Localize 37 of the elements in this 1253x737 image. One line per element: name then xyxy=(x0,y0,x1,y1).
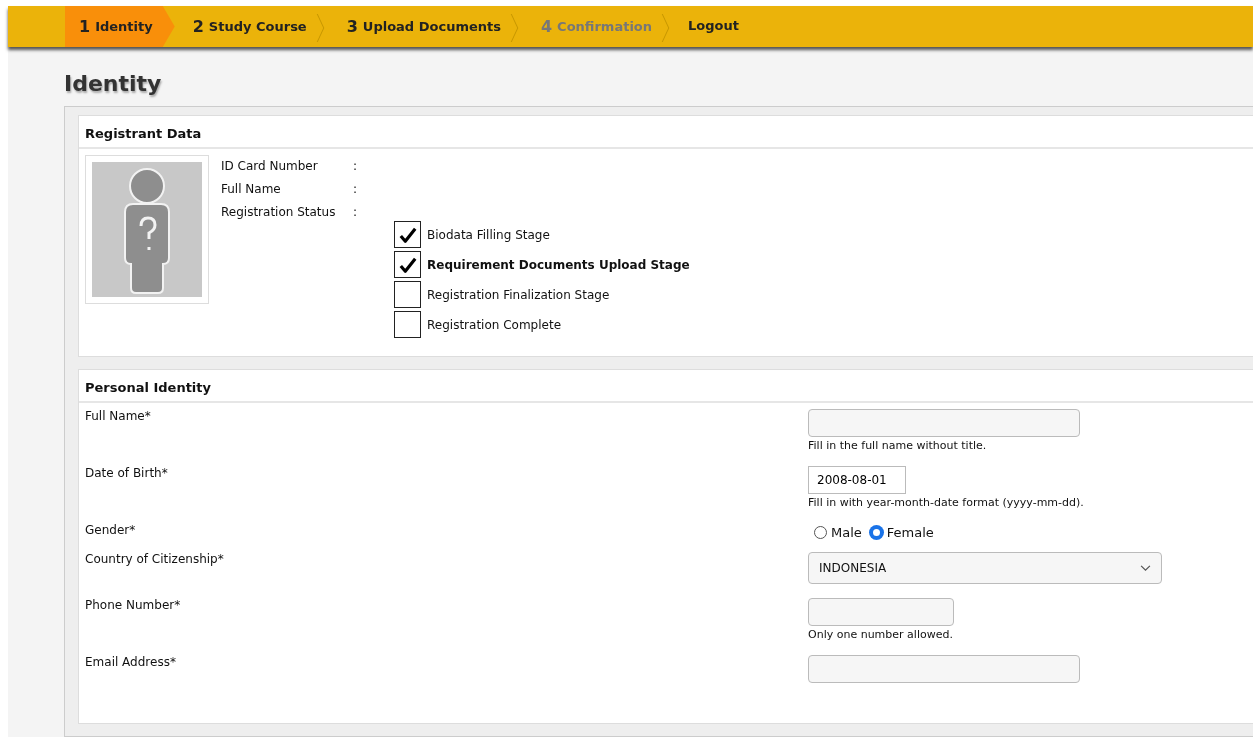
step-tab[interactable]: 1 Identity xyxy=(65,6,175,47)
page-title: Identity xyxy=(64,71,163,96)
colon-separator: : xyxy=(353,159,359,173)
input-field[interactable] xyxy=(808,655,1080,683)
colon-separator: : xyxy=(353,182,359,196)
info-label: Full Name xyxy=(221,182,282,196)
status-label: Biodata Filling Stage xyxy=(427,227,550,242)
radio-button[interactable] xyxy=(869,526,883,539)
field-hint: Fill in with year-month-date format (yyyy-mm-dd). xyxy=(808,496,1084,509)
info-label: Registration Status xyxy=(221,205,337,221)
step-tab[interactable]: 3 Upload Documents xyxy=(332,6,523,47)
field-label: Country of Citizenship* xyxy=(85,552,225,568)
input-field[interactable] xyxy=(808,409,1080,437)
section-title: Registrant Data xyxy=(79,116,1253,149)
field-hint: Only one number allowed. xyxy=(808,628,953,641)
field-label: Date of Birth* xyxy=(85,466,169,482)
chevron-down-icon xyxy=(1140,564,1151,572)
date-field[interactable]: 2008-08-01 xyxy=(808,466,906,494)
field-label: Phone Number* xyxy=(85,598,182,614)
field-label: Gender* xyxy=(85,523,137,539)
status-label: Registration Finalization Stage xyxy=(427,287,610,302)
colon-separator: : xyxy=(353,205,359,221)
status-label: Requirement Documents Upload Stage xyxy=(427,257,690,272)
country-select[interactable]: INDONESIA xyxy=(808,552,1162,584)
radio-label[interactable]: Male xyxy=(831,525,862,540)
logout-link[interactable]: Logout xyxy=(678,6,749,47)
field-label: Full Name* xyxy=(85,409,152,425)
section-title: Personal Identity xyxy=(79,370,1253,403)
info-label: ID Card Number xyxy=(221,159,319,173)
field-label: Email Address* xyxy=(85,655,177,671)
radio-label[interactable]: Female xyxy=(886,525,934,540)
input-field[interactable] xyxy=(808,598,954,626)
radio-button[interactable] xyxy=(814,526,827,539)
field-hint: Fill in the full name without title. xyxy=(808,439,987,452)
status-label: Registration Complete xyxy=(427,317,561,332)
step-tab[interactable]: 2 Study Course xyxy=(178,6,329,47)
avatar-placeholder-icon xyxy=(92,162,202,297)
